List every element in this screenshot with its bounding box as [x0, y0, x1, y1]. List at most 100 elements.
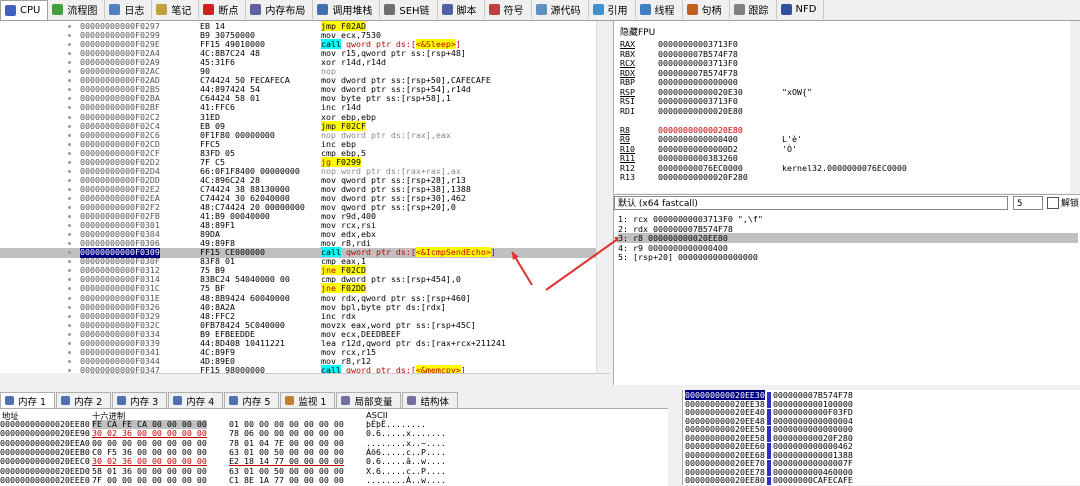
- tab-13[interactable]: 句柄: [683, 0, 730, 19]
- breakpoint-gutter-dot[interactable]: [68, 359, 71, 363]
- tab-9[interactable]: 符号: [485, 0, 532, 19]
- tab-15[interactable]: NFD: [777, 0, 825, 19]
- call-argument-row[interactable]: 5: [rsp+20] 0000000000000000: [618, 252, 758, 262]
- breakpoint-gutter-dot[interactable]: [68, 133, 71, 137]
- calling-convention-select[interactable]: 默认 (x64 fastcall): [614, 196, 1008, 210]
- register-value[interactable]: 0000000000000000: [658, 77, 738, 87]
- argument-count-field[interactable]: 5: [1013, 196, 1043, 210]
- register-scrollbar[interactable]: [1070, 21, 1080, 193]
- breakpoint-gutter-dot[interactable]: [68, 269, 71, 273]
- breakpoint-gutter-dot[interactable]: [68, 106, 71, 110]
- register-value[interactable]: 000000007B574F78: [658, 68, 738, 78]
- breakpoint-gutter-dot[interactable]: [68, 287, 71, 291]
- dump-tab-4[interactable]: 内存 5: [224, 392, 280, 408]
- register-panel[interactable]: 隐藏FPU RAX 00000000003713F0 RBX 000000007B57…: [613, 21, 1080, 193]
- dump-tab-7[interactable]: 结构体: [402, 392, 458, 408]
- tab-3[interactable]: 笔记: [152, 0, 200, 19]
- register-value[interactable]: 00000000000020E80: [658, 106, 743, 116]
- breakpoint-gutter-dot[interactable]: [68, 242, 71, 246]
- dump-tab-0[interactable]: 内存 1: [0, 392, 56, 408]
- register-value[interactable]: 00000000000020E30: [658, 87, 743, 97]
- breakpoint-gutter-dot[interactable]: [68, 233, 71, 237]
- tab-4[interactable]: 断点: [199, 0, 247, 19]
- tab-8[interactable]: 脚本: [438, 0, 485, 19]
- register-value[interactable]: 0000000000000400: [658, 134, 738, 144]
- tab-0[interactable]: CPU: [0, 0, 49, 20]
- register-value[interactable]: 00000000076EC0000: [658, 163, 743, 173]
- breakpoint-gutter-dot[interactable]: [68, 88, 71, 92]
- breakpoint-gutter-dot[interactable]: [68, 61, 71, 65]
- tab-11[interactable]: 引用: [589, 0, 636, 19]
- dump-tab-1[interactable]: 内存 2: [56, 392, 112, 408]
- dump-tab-3[interactable]: 内存 4: [168, 392, 224, 408]
- tab-2[interactable]: 日志: [105, 0, 153, 19]
- call-argument-row[interactable]: 1: rcx 00000000003713F0 ",\f": [618, 214, 763, 224]
- breakpoint-gutter-dot[interactable]: [68, 296, 71, 300]
- hide-fpu-toggle[interactable]: 隐藏FPU: [620, 25, 655, 38]
- disasm-row[interactable]: 00000000000F0347 FF15 98000000 call qword …: [0, 364, 596, 373]
- breakpoint-gutter-dot[interactable]: [68, 305, 71, 309]
- memory-dump-view[interactable]: 地址 十六进制 ASCII 00000000000020EE80 FE CA FE…: [0, 408, 668, 486]
- dump-hex-2[interactable]: 78 06 00 00 00 00 00 00: [229, 429, 344, 438]
- dump-hex-1[interactable]: 30 02 36 00 00 00 00 00: [92, 429, 207, 438]
- breakpoint-gutter-dot[interactable]: [68, 25, 71, 28]
- breakpoint-gutter-dot[interactable]: [68, 79, 71, 83]
- breakpoint-gutter-dot[interactable]: [68, 341, 71, 345]
- dump-hex-1[interactable]: 30 02 36 00 00 00 00 00: [92, 457, 207, 466]
- breakpoint-gutter-dot[interactable]: [68, 97, 71, 101]
- breakpoint-gutter-dot[interactable]: [68, 178, 71, 182]
- breakpoint-gutter-dot[interactable]: [68, 124, 71, 128]
- register-value[interactable]: 00000000000020E80: [658, 125, 743, 135]
- stack-row[interactable]: 000000000020EE80 00000000CAFECAFE: [685, 475, 853, 485]
- breakpoint-gutter-dot[interactable]: [68, 115, 71, 119]
- register-value[interactable]: 0000000000383260: [658, 153, 738, 163]
- call-argument-row[interactable]: 3: r8 000000000020EE80: [618, 233, 1078, 243]
- breakpoint-gutter-dot[interactable]: [68, 260, 71, 264]
- breakpoint-gutter-dot[interactable]: [68, 52, 71, 56]
- stack-view[interactable]: 000000000020EE30 000000007B574F78 0000000…: [682, 390, 1080, 485]
- breakpoint-gutter-dot[interactable]: [68, 142, 71, 146]
- register-value[interactable]: 00000000003713F0: [658, 96, 738, 106]
- breakpoint-gutter-dot[interactable]: [68, 151, 71, 155]
- dump-hex-1[interactable]: 7F 00 00 00 00 00 00 00: [92, 475, 207, 485]
- breakpoint-gutter-dot[interactable]: [68, 160, 71, 164]
- dump-tab-6[interactable]: 局部变量: [336, 392, 402, 408]
- breakpoint-gutter-dot[interactable]: [68, 251, 71, 255]
- tab-7[interactable]: SEH链: [380, 0, 438, 19]
- breakpoint-gutter-dot[interactable]: [68, 368, 71, 372]
- call-argument-row[interactable]: 4: r9 0000000000000400: [618, 243, 728, 253]
- breakpoint-gutter-dot[interactable]: [68, 187, 71, 191]
- dump-tab-5[interactable]: 监视 1: [280, 392, 336, 408]
- breakpoint-gutter-dot[interactable]: [68, 169, 71, 173]
- breakpoint-gutter-dot[interactable]: [68, 70, 71, 74]
- disassembly-vscroll[interactable]: [596, 21, 611, 373]
- register-value[interactable]: 00000000003713F0: [658, 58, 738, 68]
- tab-6[interactable]: 调用堆栈: [313, 0, 381, 19]
- dump-hex-2[interactable]: C1 8E 1A 77 00 00 00 00: [229, 475, 344, 485]
- breakpoint-gutter-dot[interactable]: [68, 215, 71, 219]
- register-value[interactable]: 00000000000000D2: [658, 144, 738, 154]
- register-value[interactable]: 00000000000020F280: [658, 172, 748, 182]
- register-value[interactable]: 00000000003713F0: [658, 39, 738, 49]
- breakpoint-gutter-dot[interactable]: [68, 43, 71, 47]
- dump-scrollbar[interactable]: [668, 408, 680, 485]
- register-value[interactable]: 000000007B574F78: [658, 49, 738, 59]
- breakpoint-gutter-dot[interactable]: [68, 196, 71, 200]
- dump-tab-2[interactable]: 内存 3: [112, 392, 168, 408]
- tab-14[interactable]: 跟踪: [730, 0, 777, 19]
- unlock-checkbox[interactable]: [1047, 197, 1059, 209]
- tab-12[interactable]: 线程: [636, 0, 683, 19]
- breakpoint-gutter-dot[interactable]: [68, 332, 71, 336]
- tab-10[interactable]: 源代码: [532, 0, 589, 19]
- breakpoint-gutter-dot[interactable]: [68, 350, 71, 354]
- breakpoint-gutter-dot[interactable]: [68, 278, 71, 282]
- breakpoint-gutter-dot[interactable]: [68, 314, 71, 318]
- dump-hex-2[interactable]: E2 18 14 77 00 00 00 00: [229, 457, 344, 466]
- tab-5[interactable]: 内存布局: [246, 0, 314, 19]
- breakpoint-gutter-dot[interactable]: [68, 323, 71, 327]
- tab-1[interactable]: 流程图: [48, 0, 106, 19]
- breakpoint-gutter-dot[interactable]: [68, 34, 71, 38]
- disassembly-view[interactable]: 00000000000F0297 EB 14 jmp F02AD 0000000000…: [0, 21, 596, 373]
- breakpoint-gutter-dot[interactable]: [68, 224, 71, 228]
- call-argument-row[interactable]: 2: rdx 000000007B574F78: [618, 224, 733, 234]
